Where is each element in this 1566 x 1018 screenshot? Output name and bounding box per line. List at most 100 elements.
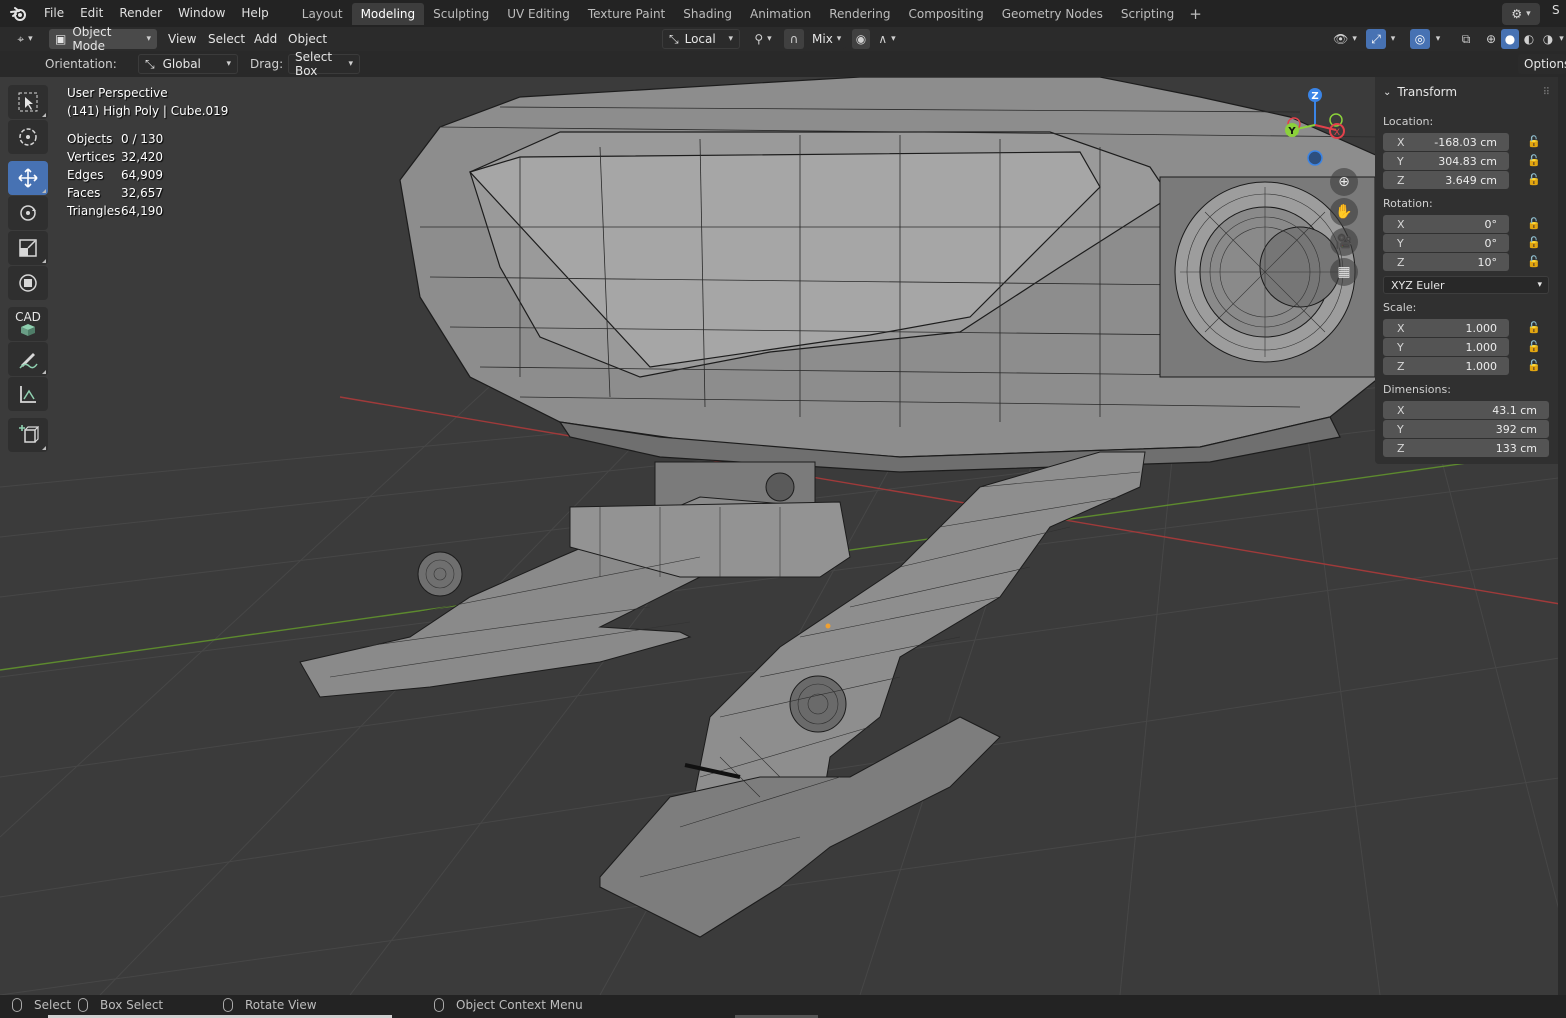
navigation-gizmo[interactable]: Z Y X: [1270, 80, 1370, 175]
shading-solid[interactable]: ●: [1501, 29, 1519, 49]
gizmo-y-label: Y: [1287, 126, 1296, 137]
editor-type-button[interactable]: ⌖ ▾: [8, 29, 42, 49]
rotate-tool[interactable]: [8, 196, 48, 230]
tab-compositing[interactable]: Compositing: [899, 3, 992, 25]
pan-view-button[interactable]: ✋: [1330, 198, 1358, 226]
add-cube-tool[interactable]: [8, 418, 48, 452]
menu-select[interactable]: Select: [208, 29, 245, 49]
tab-geometry-nodes[interactable]: Geometry Nodes: [993, 3, 1112, 25]
blender-logo-icon[interactable]: [8, 3, 30, 25]
move-tool[interactable]: [8, 161, 48, 195]
rotation-mode-dropdown[interactable]: XYZ Euler ▾: [1383, 276, 1549, 294]
add-workspace-button[interactable]: +: [1183, 5, 1208, 23]
overlay-dropdown[interactable]: ▾: [1431, 29, 1445, 49]
lock-icon[interactable]: 🔓: [1527, 255, 1541, 269]
scale-x-field[interactable]: X 1.000: [1383, 319, 1509, 337]
scene-selector[interactable]: ⚙ ▾: [1502, 2, 1540, 25]
snap-target-button[interactable]: ⚲ ▾: [748, 29, 778, 49]
lock-icon[interactable]: 🔓: [1527, 135, 1541, 149]
menu-edit[interactable]: Edit: [72, 0, 111, 27]
location-z-field[interactable]: Z 3.649 cm: [1383, 171, 1509, 189]
dimensions-x-field[interactable]: X 43.1 cm: [1383, 401, 1549, 419]
menu-view[interactable]: View: [168, 29, 196, 49]
workspace-tabs: Layout Modeling Sculpting UV Editing Texture…: [293, 0, 1184, 27]
menu-window[interactable]: Window: [170, 0, 233, 27]
transform-tool[interactable]: [8, 266, 48, 300]
stat-value: 0 / 130: [121, 132, 164, 146]
dimensions-y-field[interactable]: Y 392 cm: [1383, 420, 1549, 438]
rotation-y-field[interactable]: Y 0°: [1383, 234, 1509, 252]
rotation-x-field[interactable]: X 0°: [1383, 215, 1509, 233]
measure-tool[interactable]: [8, 377, 48, 411]
overlay-toggle[interactable]: ◎: [1410, 29, 1430, 49]
location-y-field[interactable]: Y 304.83 cm: [1383, 152, 1509, 170]
tab-layout[interactable]: Layout: [293, 3, 352, 25]
cad-tool[interactable]: CAD: [8, 307, 48, 341]
lock-icon[interactable]: 🔓: [1527, 359, 1541, 373]
shading-rendered[interactable]: ◑: [1539, 29, 1557, 49]
scale-label: Scale:: [1383, 301, 1417, 314]
annotate-tool[interactable]: [8, 342, 48, 376]
gizmo-toggle[interactable]: ⤢: [1366, 29, 1386, 49]
tab-shading[interactable]: Shading: [674, 3, 741, 25]
tab-scripting[interactable]: Scripting: [1112, 3, 1183, 25]
drag-dropdown[interactable]: Select Box ▾: [288, 50, 360, 78]
menu-render[interactable]: Render: [111, 0, 170, 27]
drag-handle-icon[interactable]: ⠿: [1543, 87, 1550, 98]
gizmo-x-label: X: [1334, 128, 1340, 138]
perspective-toggle-button[interactable]: ▦: [1330, 258, 1358, 286]
gizmo-dropdown[interactable]: ▾: [1386, 29, 1400, 49]
transform-panel-header[interactable]: ⌄ Transform ⠿: [1375, 80, 1558, 104]
tab-rendering[interactable]: Rendering: [820, 3, 899, 25]
mode-dropdown[interactable]: ▣ Object Mode ▾: [49, 25, 157, 53]
lock-icon[interactable]: 🔓: [1527, 173, 1541, 187]
lock-icon[interactable]: 🔓: [1527, 340, 1541, 354]
lock-icon[interactable]: 🔓: [1527, 217, 1541, 231]
proportional-mode-dropdown[interactable]: Mix ▾: [806, 29, 846, 49]
proportional-toggle[interactable]: ∩: [784, 29, 804, 49]
transform-pivot-dropdown[interactable]: ⤡ Local ▾: [662, 29, 740, 49]
tab-modeling[interactable]: Modeling: [351, 2, 425, 25]
tab-uv-editing[interactable]: UV Editing: [498, 3, 579, 25]
zoom-view-button[interactable]: ⊕: [1330, 168, 1358, 196]
tab-texture-paint[interactable]: Texture Paint: [579, 3, 674, 25]
scale-tool[interactable]: [8, 231, 48, 265]
menu-object[interactable]: Object: [288, 29, 327, 49]
dimensions-z-field[interactable]: Z 133 cm: [1383, 439, 1549, 457]
menu-help[interactable]: Help: [233, 0, 276, 27]
tab-animation[interactable]: Animation: [741, 3, 820, 25]
tab-sculpting[interactable]: Sculpting: [424, 3, 498, 25]
select-box-icon: [18, 92, 38, 112]
mouse-left-icon: [12, 998, 22, 1012]
options-button[interactable]: Options: [1518, 54, 1566, 74]
sidebar-tabs[interactable]: [1558, 77, 1566, 995]
rotate-icon: [20, 205, 36, 221]
lock-icon[interactable]: 🔓: [1527, 236, 1541, 250]
rotation-z-field[interactable]: Z 10°: [1383, 253, 1509, 271]
cursor-tool[interactable]: [8, 120, 48, 154]
field-value: 43.1 cm: [1492, 403, 1537, 417]
lock-icon[interactable]: 🔓: [1527, 321, 1541, 335]
xray-toggle[interactable]: ⧉: [1456, 29, 1476, 49]
camera-view-button[interactable]: 🎥: [1330, 228, 1358, 256]
overlay-icon: ◎: [1414, 32, 1426, 46]
lock-icon[interactable]: 🔓: [1527, 154, 1541, 168]
scale-z-field[interactable]: Z 1.000: [1383, 357, 1509, 375]
location-x-field[interactable]: X -168.03 cm: [1383, 133, 1509, 151]
visibility-dropdown[interactable]: 👁 ▾: [1330, 29, 1360, 49]
mouse-right-icon: [434, 998, 444, 1012]
select-box-tool[interactable]: [8, 85, 48, 119]
axis-label: Z: [1397, 441, 1405, 455]
proportional-edit-toggle[interactable]: ◉: [852, 29, 870, 49]
menu-add[interactable]: Add: [254, 29, 277, 49]
shading-material[interactable]: ◐: [1520, 29, 1538, 49]
scene-name-clip[interactable]: S: [1552, 3, 1566, 25]
shading-wireframe[interactable]: ⊕: [1482, 29, 1500, 49]
camera-icon: 🎥: [1335, 234, 1353, 250]
scale-y-field[interactable]: Y 1.000: [1383, 338, 1509, 356]
shading-dropdown[interactable]: ▾: [1557, 29, 1566, 49]
mode-label: Object Mode: [72, 25, 112, 53]
orientation-dropdown[interactable]: ⤡ Global ▾: [138, 54, 238, 74]
falloff-dropdown[interactable]: ∧ ▾: [872, 29, 902, 49]
menu-file[interactable]: File: [36, 0, 72, 27]
